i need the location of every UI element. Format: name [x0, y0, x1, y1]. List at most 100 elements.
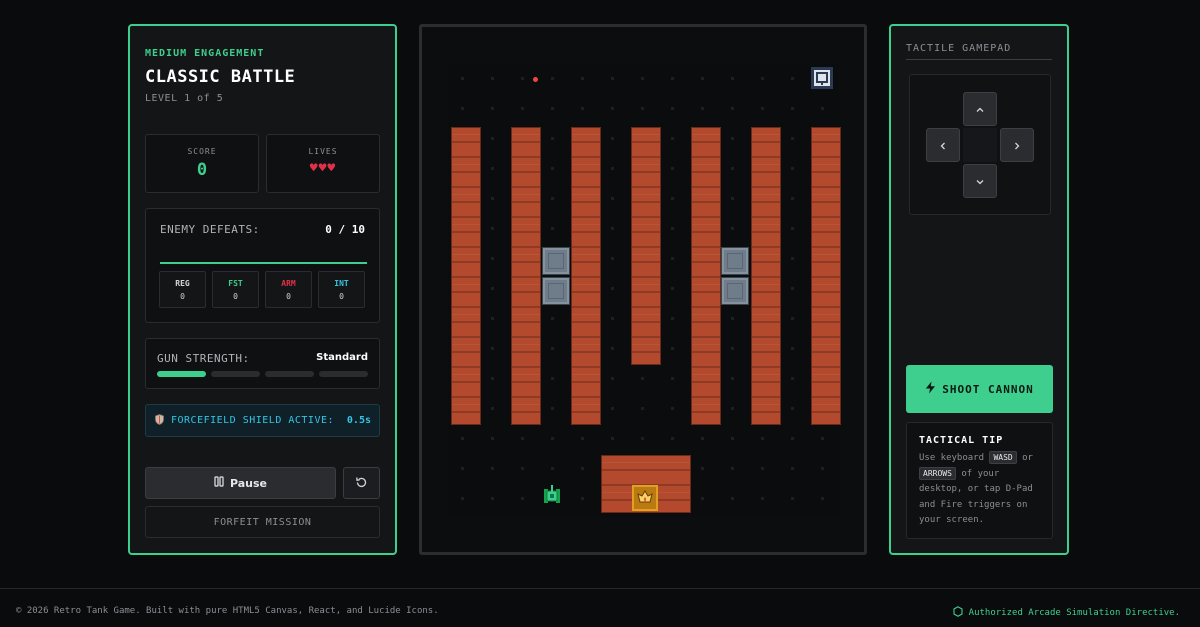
grid-dot	[551, 407, 554, 410]
arrow-right-icon	[1012, 136, 1022, 155]
enemy-type-arm: ARM 0	[265, 271, 312, 308]
grid-dot	[671, 407, 674, 410]
grid-dot	[491, 407, 494, 410]
grid-dot	[671, 227, 674, 230]
grid-dot	[461, 467, 464, 470]
pause-button[interactable]: Pause	[145, 467, 336, 499]
enemy-bullet	[533, 77, 538, 82]
brick-wall	[751, 127, 781, 425]
grid-dot	[821, 107, 824, 110]
lives-hearts: ♥♥♥	[267, 161, 379, 176]
brick-wall	[631, 127, 661, 365]
game-canvas[interactable]	[447, 63, 841, 517]
steel-block	[542, 277, 570, 305]
grid-dot	[671, 137, 674, 140]
steel-block	[721, 247, 749, 275]
grid-dot	[671, 377, 674, 380]
dpad-left-button[interactable]	[926, 128, 960, 162]
lightning-icon	[925, 381, 936, 397]
grid-dot	[761, 77, 764, 80]
grid-dot	[791, 107, 794, 110]
grid-dot	[791, 407, 794, 410]
enemy-type-name: REG	[175, 279, 190, 288]
grid-dot	[701, 107, 704, 110]
grid-dot	[611, 167, 614, 170]
forfeit-mission-button[interactable]: FORFEIT MISSION	[145, 506, 380, 538]
grid-dot	[611, 317, 614, 320]
heart-icon: ♥	[327, 161, 337, 176]
score-value: 0	[196, 160, 208, 180]
grid-dot	[731, 497, 734, 500]
footer-divider	[0, 588, 1200, 589]
dpad-right-button[interactable]	[1000, 128, 1034, 162]
grid-dot	[581, 497, 584, 500]
enemy-type-count: 0	[233, 292, 238, 301]
grid-dot	[611, 287, 614, 290]
grid-dot	[611, 107, 614, 110]
grid-dot	[611, 227, 614, 230]
steel-block	[721, 277, 749, 305]
dpad	[909, 74, 1051, 215]
grid-dot	[701, 437, 704, 440]
mode-title: CLASSIC BATTLE	[145, 67, 296, 87]
grid-dot	[581, 467, 584, 470]
lives-card: LIVES ♥♥♥	[266, 134, 380, 193]
grid-dot	[551, 107, 554, 110]
grid-dot	[701, 467, 704, 470]
grid-dot	[611, 347, 614, 350]
grid-dot	[791, 167, 794, 170]
grid-dot	[551, 167, 554, 170]
grid-dot	[821, 467, 824, 470]
grid-dot	[821, 497, 824, 500]
dpad-up-button[interactable]	[963, 92, 997, 126]
restart-icon	[355, 474, 368, 493]
restart-button[interactable]	[343, 467, 380, 499]
defeats-progress-bar	[160, 262, 367, 264]
dpad-down-button[interactable]	[963, 164, 997, 198]
gamepad-title: TACTILE GAMEPAD	[906, 43, 1012, 54]
grid-dot	[611, 137, 614, 140]
heart-icon: ♥	[309, 161, 319, 176]
grid-dot	[731, 227, 734, 230]
grid-dot	[731, 107, 734, 110]
grid-dot	[611, 77, 614, 80]
grid-dot	[791, 377, 794, 380]
grid-dot	[611, 257, 614, 260]
score-label: SCORE	[187, 147, 217, 156]
lives-label: LIVES	[308, 147, 338, 156]
enemy-type-name: FST	[228, 279, 243, 288]
pause-icon	[214, 476, 224, 490]
brick-wall	[811, 127, 841, 425]
grid-dot	[551, 437, 554, 440]
grid-dot	[761, 107, 764, 110]
gun-level-segment	[319, 371, 368, 377]
grid-dot	[641, 107, 644, 110]
grid-dot	[581, 437, 584, 440]
grid-dot	[671, 197, 674, 200]
grid-dot	[671, 167, 674, 170]
grid-dot	[641, 437, 644, 440]
grid-dot	[731, 407, 734, 410]
enemy-type-reg: REG 0	[159, 271, 206, 308]
enemy-type-int: INT 0	[318, 271, 365, 308]
grid-dot	[491, 287, 494, 290]
grid-dot	[611, 437, 614, 440]
grid-dot	[791, 437, 794, 440]
tip-text-part: Use keyboard	[919, 453, 985, 463]
grid-dot	[731, 137, 734, 140]
grid-dot	[731, 437, 734, 440]
shoot-cannon-button[interactable]: SHOOT CANNON	[906, 365, 1053, 413]
grid-dot	[791, 317, 794, 320]
grid-dot	[731, 167, 734, 170]
gun-level-segment	[157, 371, 206, 377]
grid-dot	[611, 197, 614, 200]
gun-strength-label: GUN STRENGTH:	[157, 352, 250, 365]
grid-dot	[821, 437, 824, 440]
steel-block	[542, 247, 570, 275]
tip-text: Use keyboard WASD or ARROWS of your desk…	[919, 451, 1040, 529]
enemy-type-count: 0	[286, 292, 291, 301]
grid-dot	[521, 107, 524, 110]
grid-dot	[791, 497, 794, 500]
grid-dot	[491, 437, 494, 440]
grid-dot	[461, 497, 464, 500]
